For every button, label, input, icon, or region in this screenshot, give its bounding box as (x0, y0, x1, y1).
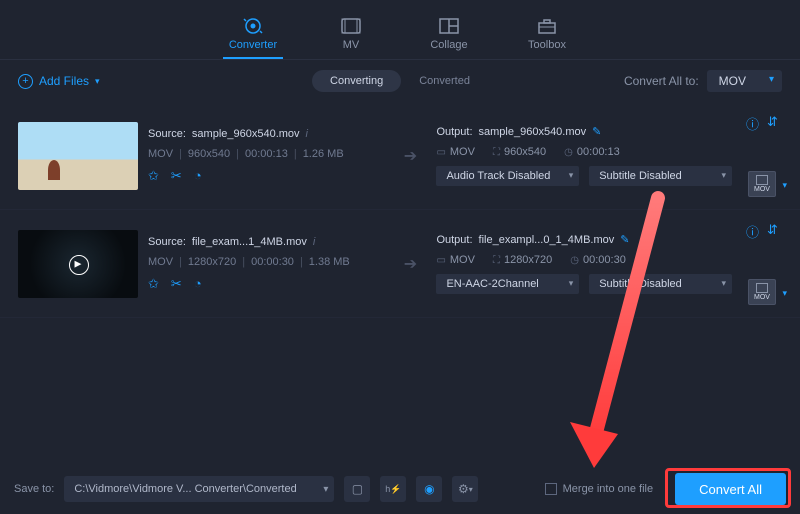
source-meta: Source: file_exam...1_4MB.mov i MOV| 128… (148, 236, 384, 292)
source-meta: Source: sample_960x540.mov i MOV| 960x54… (148, 128, 384, 184)
tab-converted[interactable]: Converted (401, 70, 488, 92)
convert-all-to: Convert All to: MOV (624, 70, 782, 92)
palette-icon[interactable]: ◔ (194, 168, 202, 184)
output-duration: 00:00:13 (577, 146, 620, 158)
tab-label: Converter (229, 39, 277, 51)
source-res: 960x540 (188, 148, 230, 160)
source-duration: 00:00:13 (245, 148, 288, 160)
arrow-icon: ➔ (394, 254, 426, 274)
hw-accel-button[interactable]: h⚡ (380, 476, 406, 502)
merge-checkbox[interactable]: Merge into one file (545, 483, 654, 495)
add-files-label: Add Files (39, 74, 89, 88)
tab-label: Toolbox (528, 39, 566, 51)
thumbnail[interactable] (18, 230, 138, 298)
tab-label: Collage (430, 39, 467, 51)
subtitle-select[interactable]: Subtitle Disabled (589, 166, 732, 186)
tab-toolbox[interactable]: Toolbox (517, 17, 577, 59)
add-files-button[interactable]: + Add Files ▾ (18, 74, 100, 89)
output-label: Output: (436, 234, 472, 246)
edit-icon[interactable]: ✎ (592, 125, 601, 138)
subtitle-select[interactable]: Subtitle Disabled (589, 274, 732, 294)
info-icon[interactable]: i (313, 236, 315, 248)
source-size: 1.38 MB (309, 256, 350, 268)
cut-icon[interactable]: ✂ (171, 168, 182, 184)
output-meta: Output: sample_960x540.mov ✎ ▭ MOV ⛶ 960x5… (436, 125, 732, 186)
wand-icon[interactable]: ✩ (148, 168, 159, 184)
bottom-bar: Save to: C:\Vidmore\Vidmore V... Convert… (0, 464, 800, 514)
source-size: 1.26 MB (303, 148, 344, 160)
compress-icon[interactable]: ⇵ (767, 114, 778, 133)
audio-track-select[interactable]: Audio Track Disabled (436, 166, 579, 186)
chevron-down-icon: ▾ (95, 76, 100, 87)
checkbox-icon (545, 483, 557, 495)
thumbnail[interactable] (18, 122, 138, 190)
convert-all-format-select[interactable]: MOV (707, 70, 782, 92)
tab-label: MV (343, 39, 360, 51)
palette-icon[interactable]: ◔ (194, 276, 202, 292)
convert-all-button[interactable]: Convert All (675, 473, 786, 505)
save-to-label: Save to: (14, 483, 54, 495)
tab-mv[interactable]: MV (321, 17, 381, 59)
merge-label: Merge into one file (563, 483, 654, 495)
output-label: Output: (436, 126, 472, 138)
output-res: 1280x720 (504, 254, 552, 266)
output-format-chip[interactable]: MOV▾ (748, 279, 776, 305)
tab-converting[interactable]: Converting (312, 70, 401, 92)
edit-icon[interactable]: ✎ (620, 233, 629, 246)
output-meta: Output: file_exampl...0_1_4MB.mov ✎ ▭ MOV… (436, 233, 732, 294)
source-format: MOV (148, 256, 173, 268)
audio-track-select[interactable]: EN-AAC-2Channel (436, 274, 579, 294)
clock-icon: ◷ (564, 147, 573, 158)
item-actions: ⓘ ⇵ MOV▾ (742, 220, 782, 307)
wand-icon[interactable]: ✩ (148, 276, 159, 292)
chevron-down-icon: ▾ (782, 180, 787, 191)
info-icon[interactable]: i (306, 128, 308, 140)
output-filename: file_exampl...0_1_4MB.mov (479, 234, 615, 246)
source-label: Source: (148, 128, 186, 140)
output-filename: sample_960x540.mov (479, 126, 587, 138)
expand-icon: ⛶ (493, 255, 500, 266)
list-item: Source: sample_960x540.mov i MOV| 960x54… (0, 102, 800, 210)
compress-icon[interactable]: ⇵ (767, 222, 778, 241)
expand-icon: ⛶ (493, 147, 500, 158)
output-duration: 00:00:30 (583, 254, 626, 266)
toolbox-icon (536, 17, 558, 35)
gpu-button[interactable]: ◉ (416, 476, 442, 502)
tab-collage[interactable]: Collage (419, 17, 479, 59)
source-filename: file_exam...1_4MB.mov (192, 236, 307, 248)
open-folder-button[interactable]: ▢ (344, 476, 370, 502)
collage-icon (438, 17, 460, 35)
output-res: 960x540 (504, 146, 546, 158)
convert-all-to-label: Convert All to: (624, 74, 699, 88)
source-res: 1280x720 (188, 256, 236, 268)
clock-icon: ◷ (570, 255, 579, 266)
plus-icon: + (18, 74, 33, 89)
status-tabs: Converting Converted (312, 70, 488, 92)
arrow-icon: ➔ (394, 146, 426, 166)
file-list: Source: sample_960x540.mov i MOV| 960x54… (0, 102, 800, 437)
film-icon: ▭ (436, 255, 445, 266)
source-format: MOV (148, 148, 173, 160)
source-filename: sample_960x540.mov (192, 128, 300, 140)
output-format: MOV (450, 254, 475, 266)
settings-button[interactable]: ⚙▾ (452, 476, 478, 502)
save-path-select[interactable]: C:\Vidmore\Vidmore V... Converter\Conver… (64, 476, 334, 502)
sub-bar: + Add Files ▾ Converting Converted Conve… (0, 60, 800, 102)
film-icon: ▭ (436, 147, 445, 158)
cut-icon[interactable]: ✂ (171, 276, 182, 292)
source-duration: 00:00:30 (251, 256, 294, 268)
mv-icon (340, 17, 362, 35)
main-tab-bar: Converter MV Collage Toolbox (0, 0, 800, 60)
list-item: Source: file_exam...1_4MB.mov i MOV| 128… (0, 210, 800, 318)
info-circle-icon[interactable]: ⓘ (746, 222, 759, 241)
item-actions: ⓘ ⇵ MOV▾ (742, 112, 782, 199)
output-format-chip[interactable]: MOV▾ (748, 171, 776, 197)
tab-converter[interactable]: Converter (223, 17, 283, 59)
source-label: Source: (148, 236, 186, 248)
output-format: MOV (450, 146, 475, 158)
converter-icon (242, 17, 264, 35)
info-circle-icon[interactable]: ⓘ (746, 114, 759, 133)
chevron-down-icon: ▾ (782, 288, 787, 299)
